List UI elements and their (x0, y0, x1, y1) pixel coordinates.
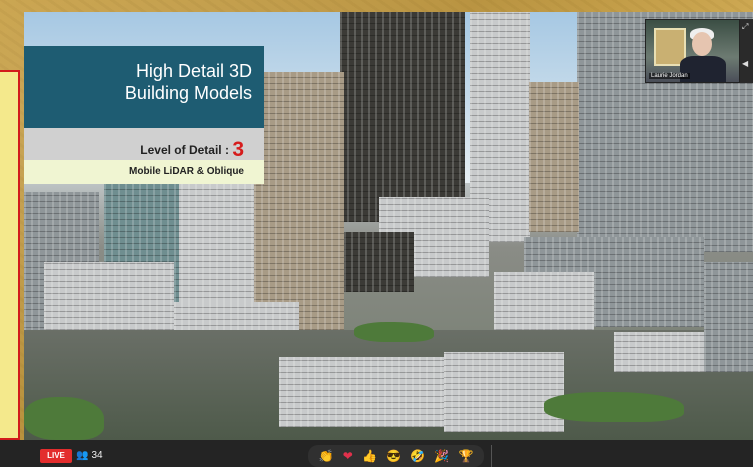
clapping-hands-icon[interactable]: 👏 (319, 449, 334, 463)
source-text: Mobile LiDAR & Oblique (129, 166, 244, 177)
slide-title-box: High Detail 3D Building Models (24, 46, 264, 128)
lod-value: 3 (232, 138, 244, 161)
building-front-5 (614, 332, 704, 372)
park-trees-3 (354, 322, 434, 342)
tower-mid (529, 82, 579, 232)
park-trees-2 (544, 392, 684, 422)
viewer-count-value: 34 (91, 450, 103, 461)
cool-face-icon[interactable]: 😎 (386, 449, 401, 463)
lod-label: Level of Detail : (140, 143, 229, 157)
slide-title: High Detail 3D Building Models (125, 60, 252, 104)
park-trees (24, 397, 104, 440)
expand-icon[interactable]: ⤢ (742, 22, 748, 32)
lod-box: Level of Detail : 3 (24, 128, 264, 161)
title-line-2: Building Models (124, 83, 252, 103)
divider (491, 445, 492, 467)
rofl-face-icon[interactable]: 🤣 (410, 449, 425, 463)
title-line-1: High Detail 3D (135, 61, 252, 81)
party-popper-icon[interactable]: 🎉 (434, 449, 449, 463)
thumbs-up-icon[interactable]: 👍 (362, 449, 377, 463)
tower-dark (340, 12, 465, 222)
viewers-icon: 👥 (76, 450, 89, 461)
presenter-video[interactable]: Laurie Jordan (645, 19, 740, 83)
live-badge: LIVE (40, 449, 72, 463)
video-controls: ⤢ ◀ (740, 19, 753, 83)
viewer-count: 👥 34 (76, 448, 103, 464)
building-front-right (704, 262, 753, 372)
trophy-icon[interactable]: 🏆 (458, 449, 473, 463)
building-front-4 (444, 352, 564, 432)
reaction-bar: 👏 ❤ 👍 😎 🤣 🎉 🏆 (308, 445, 484, 467)
presenter-name: Laurie Jordan (649, 73, 690, 79)
presenter-head (692, 32, 712, 56)
source-box: Mobile LiDAR & Oblique (24, 160, 264, 184)
side-card (0, 70, 20, 440)
building-mid-4 (344, 232, 414, 292)
speaker-icon[interactable]: ◀ (742, 59, 748, 68)
lod-line: Level of Detail : 3 (140, 136, 244, 161)
heart-icon[interactable]: ❤ (343, 449, 353, 463)
